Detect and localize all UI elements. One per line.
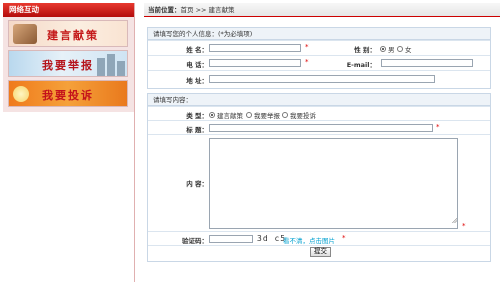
breadcrumb: 当前位置：首页 >> 建言献策 (144, 3, 500, 17)
building-icon (107, 54, 115, 76)
body-textarea[interactable] (209, 138, 458, 229)
required-mark: * (305, 58, 309, 66)
address-label: 地 址： (186, 77, 208, 85)
required-mark: * (462, 222, 466, 230)
captcha-label: 验证码： (182, 237, 208, 245)
type-report-label: 我要举报 (254, 112, 280, 120)
required-mark: * (305, 43, 309, 51)
banner-complaint[interactable]: 我要投诉 (8, 80, 128, 107)
required-mark: * (436, 123, 440, 131)
building-icon (97, 58, 105, 76)
gender-female-radio[interactable]: 女 (397, 44, 412, 54)
radio-checked-icon (380, 46, 386, 52)
banner-complaint-label: 我要投诉 (42, 89, 94, 102)
captcha-input[interactable] (209, 235, 253, 243)
type-complaint-radio[interactable]: 我要投诉 (282, 110, 316, 120)
gender-label: 性 别： (354, 46, 376, 54)
name-gender-row: 姓 名： * 性 别： 男 女 (148, 40, 490, 55)
name-input[interactable] (209, 44, 301, 52)
gender-male-label: 男 (388, 46, 395, 54)
radio-unchecked-icon (397, 46, 403, 52)
resize-grip-icon[interactable] (452, 218, 457, 223)
radio-unchecked-icon (246, 112, 252, 118)
book-icon (13, 24, 37, 44)
email-label: E-mail： (346, 61, 376, 69)
sun-icon (13, 86, 29, 102)
captcha-refresh-link[interactable]: 看不清，点击图片 (283, 235, 335, 245)
gender-male-radio[interactable]: 男 (380, 44, 395, 54)
required-mark: * (342, 234, 346, 242)
sidebar-header: 网络互动 (3, 3, 134, 17)
captcha-image[interactable]: 3d c5 (257, 234, 286, 243)
personal-info-title: 请填写您的个人信息：(*为必填项) (148, 28, 490, 40)
radio-checked-icon (209, 112, 215, 118)
gender-female-label: 女 (405, 46, 412, 54)
submit-button[interactable]: 提交 (310, 247, 331, 257)
banner-suggestion[interactable]: 建言献策 (8, 20, 128, 47)
banner-suggestion-label: 建言献策 (47, 29, 99, 42)
content-title: 请填写内容： (148, 94, 490, 106)
type-suggestion-label: 建言献策 (217, 112, 243, 120)
body-label: 内 容： (186, 180, 208, 188)
phone-input[interactable] (209, 59, 301, 67)
breadcrumb-path[interactable]: 首页 >> 建言献策 (181, 6, 235, 14)
personal-info-panel: 请填写您的个人信息：(*为必填项) 姓 名： * 性 别： 男 女 电 话： *… (147, 27, 491, 89)
email-input[interactable] (381, 59, 473, 67)
banner-report-label: 我要举报 (42, 59, 94, 72)
subject-row: 标 题： * (148, 120, 490, 134)
type-suggestion-radio[interactable]: 建言献策 (209, 110, 243, 120)
building-icon (117, 61, 125, 76)
address-input[interactable] (209, 75, 435, 83)
phone-label: 电 话： (186, 61, 208, 69)
phone-email-row: 电 话： * E-mail： (148, 55, 490, 70)
sidebar-banner-list: 建言献策 我要举报 我要投诉 (3, 17, 134, 112)
radio-unchecked-icon (282, 112, 288, 118)
type-row: 类 型： 建言献策 我要举报 我要投诉 (148, 106, 490, 120)
name-label: 姓 名： (186, 46, 208, 54)
breadcrumb-prefix: 当前位置： (148, 6, 181, 14)
type-label: 类 型： (186, 112, 208, 120)
type-report-radio[interactable]: 我要举报 (246, 110, 280, 120)
subject-input[interactable] (209, 124, 433, 132)
sidebar: 网络互动 建言献策 我要举报 我要投诉 (3, 3, 135, 282)
content-panel: 请填写内容： 类 型： 建言献策 我要举报 我要投诉 标 题： * 内 容： *… (147, 93, 491, 262)
type-complaint-label: 我要投诉 (290, 112, 316, 120)
subject-label: 标 题： (186, 126, 208, 134)
address-row: 地 址： (148, 70, 490, 88)
banner-report[interactable]: 我要举报 (8, 50, 128, 77)
